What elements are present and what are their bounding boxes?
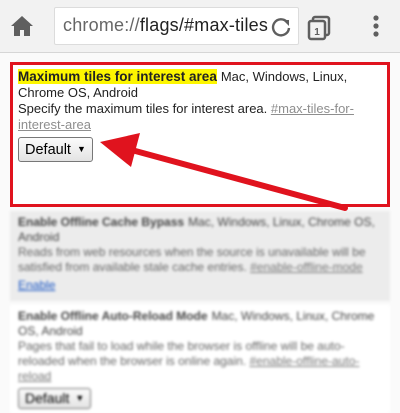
- experiment-description: Pages that fail to load while the browse…: [18, 339, 360, 383]
- experiment-description: Specify the maximum tiles for interest a…: [18, 101, 354, 132]
- url-text[interactable]: chrome://flags/#max-tiles: [63, 15, 268, 36]
- experiment-name: Maximum tiles for interest area: [18, 69, 217, 84]
- url-host: chrome://: [63, 15, 140, 35]
- select-value: Default: [25, 390, 70, 406]
- dropdown-caret-icon: ▼: [76, 144, 86, 154]
- experiment-max-tiles: Maximum tiles for interest area Mac, Wind…: [10, 62, 390, 207]
- reload-icon[interactable]: [270, 16, 292, 38]
- experiment-name: Enable Offline Cache Bypass: [18, 215, 185, 229]
- menu-icon[interactable]: [360, 10, 392, 42]
- dropdown-caret-icon: ▼: [75, 393, 85, 403]
- tab-switcher-icon[interactable]: 1: [303, 10, 335, 42]
- experiment-description: Reads from web resources when the source…: [18, 245, 366, 274]
- url-path: flags/#max-tiles: [139, 15, 269, 35]
- home-icon[interactable]: [6, 10, 38, 42]
- experiment-offline-auto-reload: Enable Offline Auto-Reload Mode Mac, Wind…: [10, 305, 390, 413]
- max-tiles-select[interactable]: Default ▼: [18, 137, 93, 162]
- enable-link[interactable]: Enable: [18, 278, 55, 293]
- experiment-name: Enable Offline Auto-Reload Mode: [18, 309, 208, 323]
- experiment-offline-cache: Enable Offline Cache Bypass Mac, Windows,…: [10, 211, 390, 301]
- tab-count: 1: [314, 27, 320, 38]
- browser-toolbar: chrome://flags/#max-tiles 1: [0, 0, 400, 53]
- auto-reload-select[interactable]: Default ▼: [18, 388, 92, 409]
- experiment-anchor-link[interactable]: #enable-offline-mode: [250, 260, 363, 274]
- flags-page: Maximum tiles for interest area Mac, Wind…: [0, 53, 400, 413]
- omnibox[interactable]: chrome://flags/#max-tiles: [54, 7, 299, 45]
- select-value: Default: [25, 142, 71, 158]
